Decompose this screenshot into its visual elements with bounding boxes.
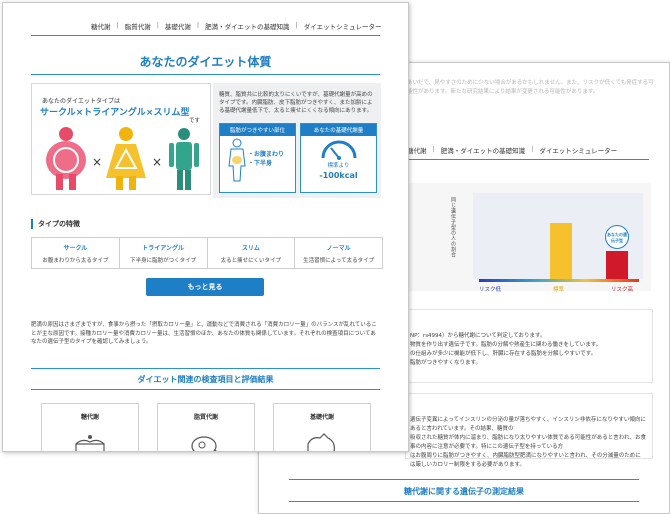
type-info-panel: 糖質、脂質共に比較的太りにくいですが、基礎代謝量が高めのタイプです。内臓脂肪、皮… [213, 83, 381, 198]
divider [289, 479, 639, 480]
risk-chart-panel: 同じ遺伝子型の人の割合 あなたの遺伝子型 リスク低 標準 リスク高 [405, 183, 651, 293]
type-result: サークル×トライアングル×スリム型 [40, 108, 190, 118]
risk-gradient-bar [479, 279, 639, 282]
circle-figure-icon [46, 127, 86, 190]
feature-cell: サークル お腹まわりから太るタイプ [32, 238, 120, 268]
chart-bar-2 [606, 251, 628, 279]
more-button[interactable]: もっと見る [146, 278, 264, 296]
nav-item-lipid[interactable]: 脂質代謝 [125, 21, 151, 31]
back-nav-item[interactable]: 糖代謝 [407, 145, 427, 155]
analysis-box-2: 遺伝子変異によってインスリンの分泌の量が落ちやすく、インスリン非依存になりやすい… [405, 393, 653, 468]
bmr-card: あなたの基礎代謝量 標準より -100kcal [300, 123, 377, 193]
category-label: 脂質代謝 [193, 414, 218, 421]
feature-name: ノーマル [326, 245, 351, 252]
svg-text:×: × [152, 155, 162, 169]
feature-name: スリム [241, 245, 260, 252]
divider [31, 74, 380, 75]
feature-name: トライアングル [142, 245, 184, 252]
type-description: 糖質、脂質共に比較的太りにくいですが、基礎代謝量が高めのタイプです。内臓脂肪、皮… [219, 92, 373, 114]
analysis-text-2: 遺伝子変異によってインスリンの分泌の量が落ちやすく、インスリン非依存になりやすい… [410, 417, 647, 468]
svg-text:×: × [92, 155, 102, 169]
bmr-value: -100kcal [319, 171, 358, 180]
category-card-lipid[interactable]: 脂質代謝 [157, 403, 255, 451]
nav-tabs: 糖代謝 | 脂質代謝 | 基礎代謝 | 肥満・ダイエットの基礎知識 | ダイエッ… [91, 21, 382, 31]
type-suffix: です [188, 118, 200, 124]
divider [31, 35, 380, 36]
feature-desc: 生活習慣によって太るタイプ [303, 258, 375, 264]
back-section-heading: 糖代謝に関する遺伝子の測定結果 [404, 487, 524, 496]
divider [399, 159, 649, 160]
type-caption: あなたのダイエットタイプは [42, 98, 120, 105]
nav-item-glucose[interactable]: 糖代謝 [91, 21, 111, 31]
meat-icon [191, 436, 217, 451]
fat-area-1: ・お腹まわり [248, 151, 285, 158]
bmr-compare: 標準より [327, 163, 350, 169]
bmr-header: あなたの基礎代謝量 [301, 124, 376, 136]
risk-mid-label: 標準 [553, 287, 565, 293]
features-heading: タイプの特徴 [31, 219, 80, 229]
speedometer-icon [321, 140, 357, 160]
cake-icon [75, 435, 105, 451]
category-card-glucose[interactable]: 糖代謝 [41, 403, 139, 451]
back-nav-tabs: 糖代謝 | 肥満・ダイエットの基礎知識 | ダイエットシミュレーター [407, 145, 618, 155]
analysis-text-1: NP：rs4994）から糖代謝について判定しております。 物質を作り出す遺伝子で… [410, 333, 602, 366]
risk-high-label: リスク高 [611, 287, 634, 293]
triangle-figure-icon [106, 127, 146, 190]
feature-cell: トライアングル 下半身に脂肪がつくタイプ [120, 238, 208, 268]
nav-item-basics[interactable]: 肥満・ダイエットの基礎知識 [205, 21, 289, 31]
divider [31, 389, 380, 390]
slim-figure-icon [169, 128, 199, 190]
page-title: あなたのダイエット体質 [139, 55, 272, 69]
category-label: 糖代謝 [80, 414, 99, 421]
body-type-figures: × × [46, 127, 199, 190]
feature-cell: ノーマル 生活習慣によって太るタイプ [295, 238, 382, 268]
fat-area-header: 脂肪がつきやすい部位 [220, 124, 295, 136]
faint-text: あいだで、見やすさのために少ない場合があるかもしれません。また、リスクが低くても… [407, 80, 654, 95]
back-nav-item[interactable]: 肥満・ダイエットの基礎知識 [441, 145, 525, 155]
results-heading: ダイエット関連の検査項目と評価結果 [137, 375, 274, 384]
fat-area-2: ・下半身 [248, 160, 273, 167]
your-genotype-bubble: あなたの遺伝子型 [605, 225, 629, 249]
analysis-box-1: NP：rs4994）から糖代謝について判定しております。 物質を作り出す遺伝子で… [405, 309, 653, 383]
muscle-arm-icon [307, 433, 335, 451]
category-card-bmr[interactable]: 基礎代謝 [273, 403, 371, 451]
body-text: 肥満の原因はさまざまですが、食事から摂った「摂取カロリー量」と、運動などで消費さ… [31, 322, 377, 345]
fat-area-card: 脂肪がつきやすい部位 ・お腹まわり ・下半身 [219, 123, 296, 193]
chart-plot-area: あなたの遺伝子型 [473, 193, 643, 279]
risk-low-label: リスク低 [479, 287, 502, 293]
feature-desc: 太ると痩せにくいタイプ [220, 258, 282, 264]
nav-item-bmr[interactable]: 基礎代謝 [165, 21, 191, 31]
back-nav-item[interactable]: ダイエットシミュレーター [539, 145, 617, 155]
feature-name: サークル [63, 245, 88, 252]
divider [31, 368, 380, 369]
body-outline-icon [228, 138, 246, 182]
divider [289, 501, 639, 502]
features-table: サークル お腹まわりから太るタイプ トライアングル 下半身に脂肪がつくタイプ ス… [31, 237, 383, 269]
feature-desc: 下半身に脂肪がつくタイプ [130, 258, 197, 264]
chart-bar-1 [550, 223, 572, 279]
feature-desc: お腹まわりから太るタイプ [42, 258, 109, 264]
chart-ylabel: 同じ遺伝子型の人の割合 [450, 197, 456, 258]
category-label: 基礎代謝 [309, 414, 334, 421]
diet-report-page: 糖代謝 | 脂質代謝 | 基礎代謝 | 肥満・ダイエットの基礎知識 | ダイエッ… [2, 2, 409, 452]
nav-item-simulator[interactable]: ダイエットシミュレーター [304, 21, 382, 31]
diet-type-card: あなたのダイエットタイプは サークル×トライアングル×スリム型 です × × [31, 83, 211, 195]
feature-cell: スリム 太ると痩せにくいタイプ [208, 238, 296, 268]
